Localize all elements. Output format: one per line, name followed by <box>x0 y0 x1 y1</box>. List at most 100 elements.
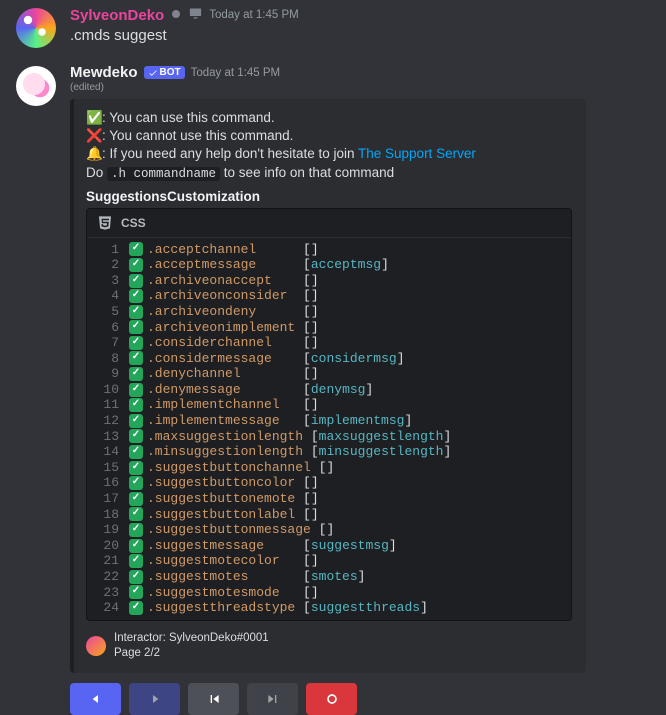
footer-page: Page 2/2 <box>114 646 269 661</box>
check-icon: ✓ <box>129 429 143 443</box>
code-row: 14 ✓ .minsuggestionlength [minsuggestlengt… <box>87 444 571 460</box>
code-row: 7✓.considerchannel [] <box>87 335 571 351</box>
line-number: 24 <box>97 600 119 616</box>
check-icon: ✓ <box>129 305 143 319</box>
bracket: [suggestthreads] <box>303 600 428 616</box>
prev-icon <box>88 691 104 707</box>
check-icon: ✓ <box>129 445 143 459</box>
line-number: 3 <box>97 273 119 289</box>
bracket: [] <box>303 553 319 569</box>
edited-label: (edited) <box>70 82 650 93</box>
code-row: 1✓.acceptchannel [] <box>87 242 571 258</box>
bell-emoji: 🔔 <box>86 145 102 163</box>
code-row: 2✓.acceptmessage [acceptmsg] <box>87 257 571 273</box>
user-avatar[interactable] <box>16 8 56 48</box>
code-row: 12✓.implementmessage [implementmsg] <box>87 413 571 429</box>
username[interactable]: Mewdeko <box>70 64 138 81</box>
check-icon: ✓ <box>129 414 143 428</box>
bracket: [smotes] <box>303 569 365 585</box>
bracket: [suggestmsg] <box>303 538 397 554</box>
footer-avatar-icon <box>86 636 106 656</box>
line-number: 14 <box>97 444 119 460</box>
bracket: [] <box>303 288 319 304</box>
command-name: .minsuggestionlength <box>147 444 303 460</box>
line-number: 2 <box>97 257 119 273</box>
skip-back-icon <box>206 691 222 707</box>
command-alias: maxsuggestlength <box>319 429 444 444</box>
bracket: [] <box>303 491 319 507</box>
command-name: .suggestbuttonchannel <box>147 460 311 476</box>
command-alias: denymsg <box>311 382 366 397</box>
code-row: 10✓.denymessage [denymsg] <box>87 382 571 398</box>
line-number: 6 <box>97 320 119 336</box>
line-number: 8 <box>97 351 119 367</box>
line-number: 17 <box>97 491 119 507</box>
embed: ✅: You can use this command. ❌: You cann… <box>70 99 586 673</box>
skip-forward-icon <box>265 691 281 707</box>
check-icon: ✓ <box>129 398 143 412</box>
check-icon: ✓ <box>129 351 143 365</box>
code-row: 6 ✓ .archiveonimplement [] <box>87 320 571 336</box>
check-icon: ✓ <box>129 274 143 288</box>
command-name: .suggestbuttonmessage <box>147 522 311 538</box>
check-emoji: ✅ <box>86 109 102 127</box>
bracket: [maxsuggestlength] <box>311 429 451 445</box>
embed-description: ✅: You can use this command. ❌: You cann… <box>86 109 572 183</box>
command-name: .suggestbuttonlabel <box>147 507 295 523</box>
check-icon: ✓ <box>129 320 143 334</box>
line-number: 18 <box>97 507 119 523</box>
command-alias: acceptmsg <box>311 257 381 272</box>
last-page-button[interactable] <box>247 683 298 715</box>
play-icon <box>147 691 163 707</box>
record-icon <box>324 691 340 707</box>
cross-emoji: ❌ <box>86 127 102 145</box>
line-number: 19 <box>97 522 119 538</box>
command-alias: minsuggestlength <box>319 444 444 459</box>
code-row: 5✓.archiveondeny [] <box>87 304 571 320</box>
username[interactable]: SylveonDeko <box>70 7 164 24</box>
check-icon: ✓ <box>129 585 143 599</box>
command-name: .archiveonimplement <box>147 320 295 336</box>
command-name: .maxsuggestionlength <box>147 429 303 445</box>
line-number: 15 <box>97 460 119 476</box>
check-icon: ✓ <box>129 258 143 272</box>
code-row: 22✓.suggestmotes [smotes] <box>87 569 571 585</box>
command-name: .denychannel <box>147 366 241 382</box>
code-row: 4✓.archiveonconsider [] <box>87 288 571 304</box>
command-alias: implementmsg <box>311 413 405 428</box>
message-content: .cmds suggest <box>70 25 650 46</box>
play-button[interactable] <box>129 683 180 715</box>
command-name: .denymessage <box>147 382 241 398</box>
code-row: 20✓.suggestmessage [suggestmsg] <box>87 538 571 554</box>
line-number: 4 <box>97 288 119 304</box>
command-name: .implementmessage <box>147 413 280 429</box>
bracket: [minsuggestlength] <box>311 444 451 460</box>
first-page-button[interactable] <box>188 683 239 715</box>
line-number: 12 <box>97 413 119 429</box>
bot-avatar[interactable] <box>16 66 56 106</box>
check-icon: ✓ <box>129 601 143 615</box>
code-row: 24✓.suggestthreadstype [suggestthreads] <box>87 600 571 616</box>
button-row <box>70 683 650 715</box>
stop-button[interactable] <box>306 683 357 715</box>
check-icon: ✓ <box>129 507 143 521</box>
check-icon: ✓ <box>129 476 143 490</box>
bracket: [] <box>303 397 319 413</box>
bracket: [] <box>303 320 319 336</box>
check-icon: ✓ <box>129 554 143 568</box>
command-name: .suggestmotes <box>147 569 248 585</box>
support-server-link[interactable]: The Support Server <box>358 146 476 161</box>
timestamp: Today at 1:45 PM <box>209 9 299 21</box>
line-number: 13 <box>97 429 119 445</box>
command-name: .acceptchannel <box>147 242 256 258</box>
footer-interactor: Interactor: SylveonDeko#0001 <box>114 631 269 646</box>
code-block: CSS 1✓.acceptchannel []2✓.acceptmessage … <box>86 208 572 621</box>
line-number: 1 <box>97 242 119 258</box>
check-icon: ✓ <box>129 336 143 350</box>
check-icon: ✓ <box>129 539 143 553</box>
prev-page-button[interactable] <box>70 683 121 715</box>
bot-message: Mewdeko BOT Today at 1:45 PM (edited) ✅:… <box>0 58 666 715</box>
command-name: .suggestmotecolor <box>147 553 280 569</box>
check-icon: ✓ <box>129 570 143 584</box>
bracket: [acceptmsg] <box>303 257 389 273</box>
